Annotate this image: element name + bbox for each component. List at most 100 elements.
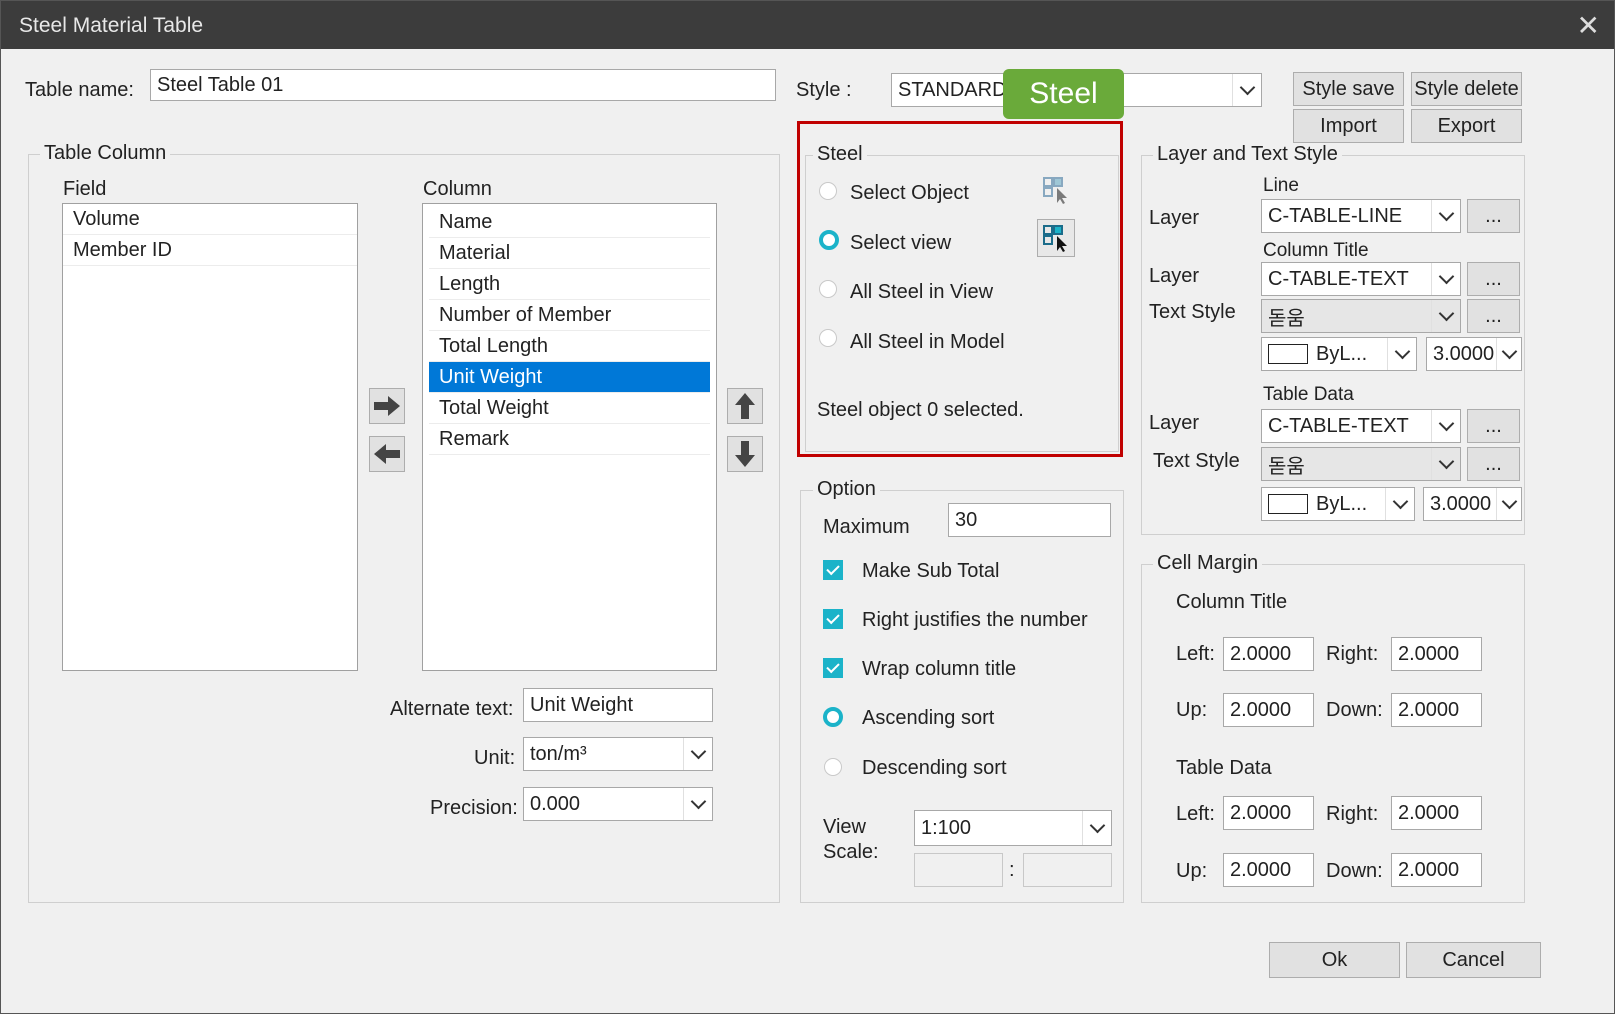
select-cursor-icon [1043, 177, 1067, 204]
ok-button[interactable]: Ok [1269, 942, 1400, 978]
table-data-height-combo[interactable]: 3.0000 [1423, 487, 1522, 521]
color-swatch [1268, 344, 1308, 364]
table-data-text-style-label: Text Style [1153, 450, 1240, 472]
select-object-radio[interactable] [819, 182, 837, 200]
chevron-down-icon [1431, 448, 1460, 480]
line-layer-more-button[interactable]: ... [1467, 199, 1520, 233]
maximum-input[interactable]: 30 [948, 503, 1111, 537]
list-item-selected[interactable]: Unit Weight [429, 362, 710, 393]
column-title-text-style-combo[interactable]: 돋움 [1261, 299, 1461, 333]
option-group-title: Option [813, 478, 880, 501]
ct-up-input[interactable]: 2.0000 [1223, 693, 1314, 727]
style-delete-button[interactable]: Style delete [1411, 72, 1522, 106]
all-steel-in-view-radio[interactable] [819, 280, 837, 298]
move-left-button[interactable] [369, 436, 405, 472]
alternate-text-input[interactable]: Unit Weight [523, 688, 713, 722]
view-scale-label-line1: View [823, 816, 866, 838]
select-view-radio[interactable] [819, 230, 839, 250]
select-view-button[interactable] [1037, 219, 1075, 257]
table-data-layer-label: Layer [1149, 412, 1200, 434]
table-data-height-value: 3.0000 [1430, 492, 1492, 515]
column-title-color-combo[interactable]: ByL... [1261, 337, 1417, 371]
list-item[interactable]: Name [429, 207, 710, 238]
descending-sort-radio[interactable] [824, 758, 842, 776]
table-data-color-combo[interactable]: ByL... [1261, 487, 1415, 521]
unit-combo[interactable]: ton/m³ [523, 737, 713, 771]
import-button[interactable]: Import [1293, 109, 1404, 143]
list-item[interactable]: Total Length [429, 331, 710, 362]
steel-status-text: Steel object 0 selected. [817, 399, 1024, 421]
cancel-button[interactable]: Cancel [1406, 942, 1541, 978]
all-steel-in-model-radio[interactable] [819, 329, 837, 347]
table-data-layer-more-button[interactable]: ... [1467, 409, 1520, 443]
line-layer-value: C-TABLE-LINE [1268, 204, 1403, 227]
cell-margin-table-data-header: Table Data [1176, 757, 1272, 779]
table-data-header: Table Data [1263, 384, 1354, 405]
export-button[interactable]: Export [1411, 109, 1522, 143]
list-item[interactable]: Volume [63, 204, 357, 235]
right-justify-checkbox[interactable] [823, 609, 843, 629]
all-steel-in-view-label: All Steel in View [850, 281, 994, 303]
column-label: Column [423, 178, 492, 200]
precision-combo[interactable]: 0.000 [523, 787, 713, 821]
descending-sort-label: Descending sort [862, 757, 1007, 779]
steel-callout-label: Steel [1003, 69, 1124, 119]
column-title-layer-combo[interactable]: C-TABLE-TEXT [1261, 262, 1461, 296]
move-down-button[interactable] [727, 436, 763, 472]
view-scale-combo[interactable]: 1:100 [914, 810, 1112, 846]
list-item[interactable]: Number of Member [429, 300, 710, 331]
precision-value: 0.000 [530, 792, 581, 815]
field-label: Field [63, 178, 107, 200]
ct-right-label: Right: [1326, 643, 1379, 665]
select-object-button[interactable] [1037, 171, 1075, 209]
chevron-down-icon [1431, 200, 1460, 232]
ct-down-input[interactable]: 2.0000 [1391, 693, 1482, 727]
column-title-layer-label: Layer [1149, 265, 1200, 287]
wrap-column-title-label: Wrap column title [862, 658, 1017, 680]
wrap-column-title-checkbox[interactable] [823, 658, 843, 678]
arrow-right-icon [374, 396, 400, 416]
td-up-label: Up: [1176, 860, 1208, 882]
td-down-input[interactable]: 2.0000 [1391, 853, 1482, 887]
line-layer-combo[interactable]: C-TABLE-LINE [1261, 199, 1461, 233]
ct-left-input[interactable]: 2.0000 [1223, 637, 1314, 671]
column-title-height-combo[interactable]: 3.0000 [1426, 337, 1522, 371]
ct-right-input[interactable]: 2.0000 [1391, 637, 1482, 671]
column-title-color-value: ByL... [1316, 342, 1368, 365]
close-icon[interactable]: ✕ [1577, 9, 1600, 42]
list-item[interactable]: Member ID [63, 235, 357, 266]
td-right-input[interactable]: 2.0000 [1391, 796, 1482, 830]
ascending-sort-radio[interactable] [823, 707, 843, 727]
style-save-button[interactable]: Style save [1293, 72, 1404, 106]
scale-ratio-separator: : [1009, 859, 1015, 881]
move-up-button[interactable] [727, 388, 763, 424]
ct-left-label: Left: [1176, 643, 1215, 665]
move-right-button[interactable] [369, 388, 405, 424]
title-bar: Steel Material Table ✕ [1, 1, 1614, 49]
alternate-text-label: Alternate text: [390, 698, 514, 720]
table-data-layer-combo[interactable]: C-TABLE-TEXT [1261, 409, 1461, 443]
column-title-layer-value: C-TABLE-TEXT [1268, 267, 1409, 290]
column-list[interactable]: Name Material Length Number of Member To… [422, 203, 717, 671]
view-scale-label-line2: Scale: [823, 841, 879, 863]
make-sub-total-checkbox[interactable] [823, 560, 843, 580]
right-justify-label: Right justifies the number [862, 609, 1088, 631]
line-layer-label: Layer [1149, 207, 1200, 229]
field-list[interactable]: Volume Member ID [62, 203, 358, 671]
td-up-input[interactable]: 2.0000 [1223, 853, 1314, 887]
chevron-down-icon [1385, 488, 1414, 520]
list-item[interactable]: Total Weight [429, 393, 710, 424]
column-title-text-style-more-button[interactable]: ... [1467, 299, 1520, 333]
table-data-text-style-combo[interactable]: 돋움 [1261, 447, 1461, 481]
table-data-text-style-more-button[interactable]: ... [1467, 447, 1520, 481]
list-item[interactable]: Remark [429, 424, 710, 455]
td-left-input[interactable]: 2.0000 [1223, 796, 1314, 830]
table-name-input[interactable]: Steel Table 01 [150, 69, 776, 101]
list-item[interactable]: Material [429, 238, 710, 269]
list-item[interactable]: Length [429, 269, 710, 300]
all-steel-in-model-label: All Steel in Model [850, 331, 1005, 353]
td-right-label: Right: [1326, 803, 1379, 825]
column-title-layer-more-button[interactable]: ... [1467, 262, 1520, 296]
unit-value: ton/m³ [530, 742, 587, 765]
ascending-sort-label: Ascending sort [862, 707, 995, 729]
